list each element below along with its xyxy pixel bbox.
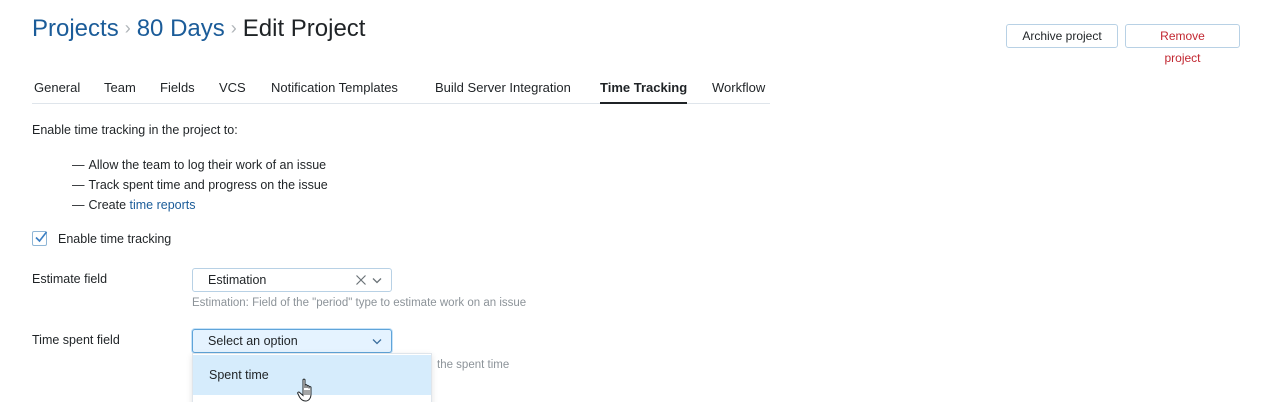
list-item: — Create time reports [72,195,328,215]
page-title: Edit Project [242,15,366,42]
estimate-field-label: Estimate field [32,272,108,286]
list-dash: — [72,178,85,192]
enable-time-tracking-checkbox[interactable] [32,231,48,246]
clear-icon[interactable] [355,274,367,286]
tab-vcs[interactable]: VCS [219,80,246,103]
time-reports-link[interactable]: time reports [130,198,196,212]
tab-general[interactable]: General [34,80,80,103]
tab-workflow[interactable]: Workflow [712,80,765,103]
tab-team[interactable]: Team [104,80,136,103]
breadcrumb-separator: › [230,17,237,38]
enable-time-tracking-label: Enable time tracking [58,231,172,246]
header-actions: Archive project Remove project [1006,24,1240,65]
checkmark-icon [35,231,48,243]
chevron-down-icon [372,339,382,345]
archive-project-button[interactable]: Archive project [1006,24,1118,48]
breadcrumb: Projects › 80 Days › Edit Project [32,15,365,43]
breadcrumb-projects-link[interactable]: Projects [32,15,119,43]
tab-time-tracking[interactable]: Time Tracking [600,80,688,104]
list-dash: — [72,198,85,212]
estimate-field-hint: Estimation: Field of the "period" type t… [192,297,527,309]
enable-time-tracking-row: Enable time tracking [32,231,171,246]
tab-fields[interactable]: Fields [160,80,195,103]
edit-project-page: Projects › 80 Days › Edit Project Archiv… [0,0,1272,402]
benefits-list: — Allow the team to log their work of an … [72,155,328,215]
breadcrumb-separator: › [124,17,131,38]
remove-project-button[interactable]: Remove project [1125,24,1240,65]
time-spent-field-label: Time spent field [32,333,120,347]
project-settings-tabs: General Team Fields VCS Notification Tem… [32,80,770,104]
list-item: — Track spent time and progress on the is… [72,175,328,195]
time-spent-field-hint: the spent time [437,359,510,371]
list-item-text: Track spent time and progress on the iss… [88,178,328,192]
tab-build-server-integration[interactable]: Build Server Integration [435,80,571,103]
list-item-text: Allow the team to log their work of an i… [88,158,327,172]
time-spent-field-select[interactable]: Select an option [192,329,392,353]
time-spent-field-placeholder: Select an option [208,334,298,348]
list-item-text: Create [88,198,130,212]
hand-cursor-icon [297,378,312,402]
chevron-down-icon [372,278,382,284]
tab-notification-templates[interactable]: Notification Templates [271,80,398,103]
list-item: — Allow the team to log their work of an … [72,155,328,175]
list-dash: — [72,158,85,172]
breadcrumb-project-link[interactable]: 80 Days [137,15,225,43]
time-tracking-intro: Enable time tracking in the project to: [32,123,238,137]
estimate-field-select[interactable]: Estimation [192,268,392,292]
estimate-field-value: Estimation [208,273,267,287]
